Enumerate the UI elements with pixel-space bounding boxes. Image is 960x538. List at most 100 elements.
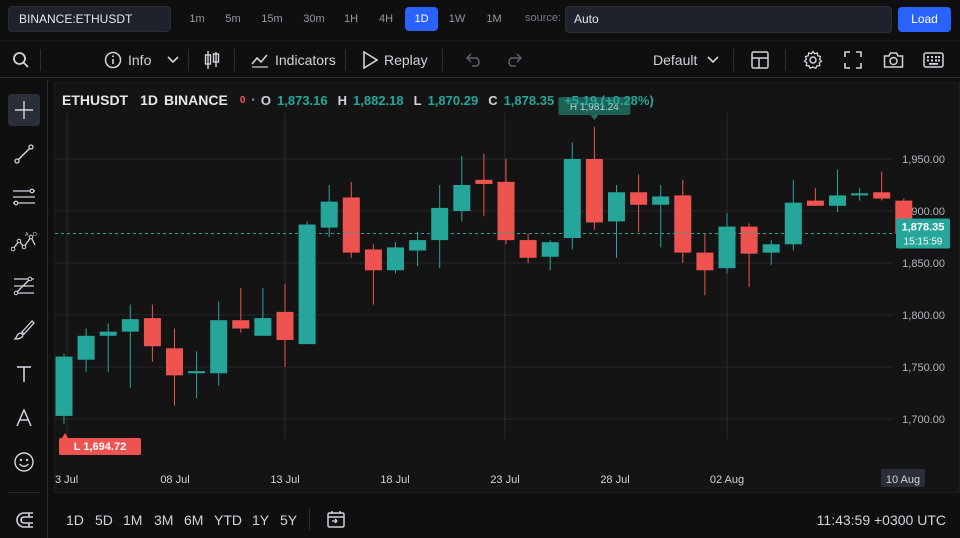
info-label: Info: [128, 51, 152, 68]
candle-body: [254, 318, 272, 336]
candle-body: [298, 224, 316, 345]
load-button[interactable]: Load: [898, 7, 951, 32]
timeframe-5m-button[interactable]: 5m: [219, 7, 247, 31]
y-tick-label: 1,800.00: [902, 310, 945, 322]
forecast-icon[interactable]: [8, 270, 40, 302]
svg-text:A: A: [25, 232, 29, 238]
legend-change: +5.19 (+0.28%): [564, 92, 654, 108]
range-1m-button[interactable]: 1M: [123, 512, 142, 528]
candlestick-chart[interactable]: 1,950.001,900.001,850.001,800.001,750.00…: [55, 83, 960, 494]
candle-body: [696, 252, 714, 271]
range-ytd-button[interactable]: YTD: [214, 512, 242, 528]
timeframe-1d-button[interactable]: 1D: [405, 7, 438, 31]
candle-body: [342, 197, 360, 253]
text-icon[interactable]: [8, 358, 40, 390]
legend-high-value: 1,882.18: [353, 92, 404, 108]
legend-low-value: 1,870.29: [427, 92, 479, 108]
magnet-icon[interactable]: [8, 504, 40, 536]
range-5d-button[interactable]: 5D: [95, 512, 113, 528]
range-1d-button[interactable]: 1D: [66, 512, 84, 528]
candle-body: [762, 244, 780, 253]
candle-body: [806, 200, 824, 206]
candle-body: [497, 181, 515, 241]
timeframe-30m-button[interactable]: 30m: [297, 7, 331, 31]
range-5y-button[interactable]: 5Y: [280, 512, 297, 528]
chevron-down-icon: [707, 55, 719, 63]
x-tick-label: 18 Jul: [380, 474, 409, 486]
replay-button[interactable]: Replay: [362, 41, 428, 78]
legend-open-value: 1,873.16: [277, 92, 328, 108]
timeframe-1w-button[interactable]: 1W: [442, 7, 472, 31]
calendar-icon[interactable]: [326, 509, 346, 534]
settings-gear-icon[interactable]: [803, 41, 823, 78]
candle-body: [718, 226, 736, 269]
keyboard-icon[interactable]: [923, 41, 944, 78]
replay-label: Replay: [384, 51, 428, 68]
layout-select[interactable]: Default: [653, 41, 719, 78]
candle-body: [585, 159, 603, 223]
candle-body: [453, 185, 471, 211]
y-tick-label: 1,750.00: [902, 362, 945, 374]
candle-body: [143, 318, 161, 347]
candle-body: [320, 201, 338, 228]
candle-body: [55, 356, 73, 416]
candle-body: [121, 319, 139, 332]
indicators-label: Indicators: [275, 51, 336, 68]
last-price-label: 1,878.35: [902, 222, 945, 234]
high-marker-pointer: [590, 115, 599, 120]
legend-exchange: BINANCE: [164, 92, 228, 108]
info-button[interactable]: Info: [104, 41, 179, 78]
emoji-icon[interactable]: [8, 446, 40, 478]
countdown-label: 15:15:59: [904, 237, 943, 248]
legend-high-label: H: [337, 92, 348, 108]
timeframe-1m-button[interactable]: 1m: [183, 7, 211, 31]
trendline-icon[interactable]: [8, 138, 40, 170]
brush-icon[interactable]: [8, 314, 40, 346]
legend-close-value: 1,878.35: [503, 92, 555, 108]
timeframe-1h-button[interactable]: 1H: [337, 7, 365, 31]
candle-body: [364, 249, 382, 271]
undo-icon[interactable]: [464, 41, 484, 78]
pattern-icon[interactable]: AD: [8, 226, 40, 258]
range-6m-button[interactable]: 6M: [184, 512, 203, 528]
candle-body: [541, 242, 559, 257]
source-input[interactable]: Auto: [565, 6, 892, 33]
candle-body: [563, 159, 581, 239]
crosshair-icon[interactable]: [8, 94, 40, 126]
range-1y-button[interactable]: 1Y: [252, 512, 269, 528]
redo-icon[interactable]: [504, 41, 524, 78]
legend-symbol: ETHUSDT: [62, 92, 129, 108]
candle-body: [519, 240, 537, 258]
legend-open-label: O: [260, 92, 272, 108]
source-label: source:: [525, 12, 562, 24]
candle-body: [674, 195, 692, 253]
fullscreen-icon[interactable]: [844, 41, 862, 78]
timeframe-1mo-button[interactable]: 1M: [479, 7, 509, 31]
symbol-input[interactable]: BINANCE:ETHUSDT: [8, 6, 171, 32]
y-tick-label: 1,950.00: [902, 154, 945, 166]
range-3m-button[interactable]: 3M: [154, 512, 173, 528]
candle-body: [784, 202, 802, 245]
indicators-button[interactable]: Indicators: [251, 41, 336, 78]
chart-pane[interactable]: 1,950.00 1,900.00 1,850.00 1,800.00 1,750.00…: [54, 82, 960, 493]
search-icon[interactable]: [12, 41, 30, 78]
camera-icon[interactable]: [883, 41, 904, 78]
fib-retracement-icon[interactable]: [8, 182, 40, 214]
candle-body: [652, 196, 670, 205]
candles-type-icon[interactable]: [203, 41, 221, 78]
x-tick-label: 23 Jul: [490, 474, 519, 486]
candle-body: [276, 311, 294, 340]
y-tick-label: 1,850.00: [902, 258, 945, 270]
low-marker-label: L 1,694.72: [74, 441, 126, 453]
legend-low-label: L: [413, 92, 422, 108]
candle-body: [387, 247, 404, 271]
bottom-bar: 1D 5D 1M 3M 6M YTD 1Y 5Y 11:43:59 +0300 …: [54, 500, 960, 538]
clock-readout: 11:43:59 +0300 UTC: [816, 512, 946, 528]
candle-body: [188, 371, 206, 374]
timeframe-15m-button[interactable]: 15m: [255, 7, 289, 31]
info-icon: [104, 51, 122, 68]
indicators-icon: [251, 53, 268, 68]
layout-grid-icon[interactable]: [751, 41, 769, 78]
timeframe-4h-button[interactable]: 4H: [372, 7, 400, 31]
annotation-icon[interactable]: [8, 402, 40, 434]
